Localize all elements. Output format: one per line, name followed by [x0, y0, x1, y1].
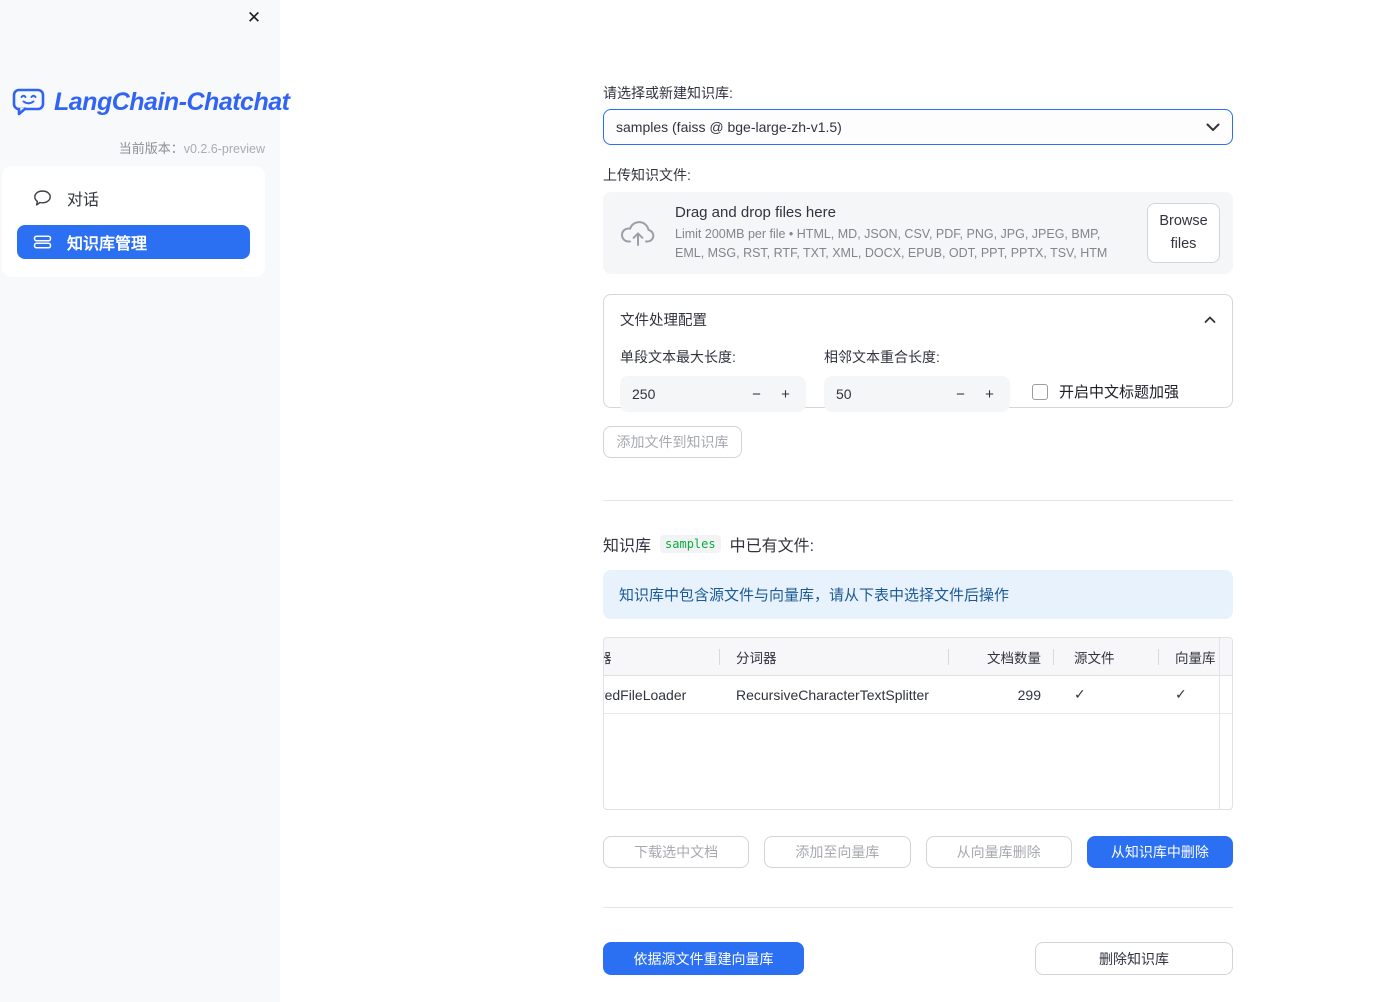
chat-bubble-icon: [33, 189, 52, 207]
dropzone-text: Drag and drop files here Limit 200MB per…: [675, 204, 1129, 261]
delete-from-vector-store-button[interactable]: 从向量库删除: [925, 836, 1072, 868]
file-config-expander: 文件处理配置 单段文本最大长度: 250 − + 相邻文本重合长度: 50 − …: [603, 294, 1233, 412]
version-value: v0.2.6-preview: [183, 142, 265, 156]
dropzone-title: Drag and drop files here: [675, 204, 836, 222]
overlap-decrement-button[interactable]: −: [946, 380, 975, 408]
chunk-size-label: 单段文本最大长度:: [620, 349, 736, 365]
chevron-up-icon: [1204, 316, 1216, 324]
kb-selected-value: samples (faiss @ bge-large-zh-v1.5): [616, 119, 842, 135]
file-actions: 下载选中文档 添加至向量库 从向量库删除 从知识库中删除: [603, 836, 1233, 868]
info-banner: 知识库中包含源文件与向量库，请从下表中选择文件后操作: [603, 570, 1233, 619]
col-header-source-file[interactable]: 源文件: [1053, 638, 1158, 675]
sidebar-item-dialogue[interactable]: 对话: [17, 182, 250, 214]
chevron-down-icon: [1206, 123, 1220, 132]
version-info: 当前版本：v0.2.6-preview: [119, 138, 265, 157]
dropzone-limit-text: Limit 200MB per file • HTML, MD, JSON, C…: [675, 227, 1108, 260]
col-header-loader[interactable]: 文档加载器: [604, 638, 719, 675]
sidebar-item-label: 知识库管理: [67, 236, 148, 253]
browse-files-button[interactable]: Browse files: [1147, 202, 1220, 264]
add-to-vector-store-button[interactable]: 添加至向量库: [764, 836, 911, 868]
version-label: 当前版本：: [118, 141, 184, 156]
expander-header[interactable]: 文件处理配置: [620, 309, 1216, 330]
kb-files-prefix: 知识库: [603, 538, 652, 555]
app-page: ✕ LangChain-Chatchat 当前版本：v0.2.6-preview: [0, 0, 1380, 1002]
app-title: LangChain-Chatchat: [54, 87, 290, 116]
close-sidebar-icon[interactable]: ✕: [242, 6, 266, 30]
chunk-size-value: 250: [632, 386, 656, 402]
overlap-label: 相邻文本重合长度:: [824, 349, 940, 365]
main-content: 请选择或新建知识库: samples (faiss @ bge-large-zh…: [603, 0, 1233, 975]
delete-from-kb-button[interactable]: 从知识库中删除: [1086, 836, 1233, 868]
download-selected-button[interactable]: 下载选中文档: [603, 836, 750, 868]
sidebar-menu: 对话 知识库管理: [2, 166, 265, 277]
app-logo: LangChain-Chatchat: [12, 87, 290, 117]
expander-title: 文件处理配置: [620, 313, 707, 329]
add-files-to-kb-button[interactable]: 添加文件到知识库: [603, 426, 742, 458]
kb-actions: 依据源文件重建向量库 删除知识库: [603, 942, 1233, 975]
table-row[interactable]: UnstructuredFileLoader RecursiveCharacte…: [604, 676, 1232, 714]
cell-doc-count: 299: [1017, 686, 1041, 703]
zh-title-enhance-label: 开启中文标题加强: [1059, 384, 1180, 401]
table-header-row: 文档加载器 分词器 文档数量 源文件 向量库: [604, 638, 1232, 676]
chunk-size-decrement-button[interactable]: −: [742, 380, 771, 408]
kb-files-heading: 知识库 samples 中已有文件:: [603, 532, 1233, 556]
kb-select-label: 请选择或新建知识库:: [603, 85, 733, 101]
kb-files-table[interactable]: 文档加载器 分词器 文档数量 源文件 向量库 UnstructuredFileL…: [603, 637, 1233, 810]
overlap-value: 50: [836, 386, 852, 402]
chunk-size-increment-button[interactable]: +: [771, 380, 800, 408]
cell-loader: UnstructuredFileLoader: [604, 686, 687, 703]
zh-title-enhance-checkbox[interactable]: [1032, 383, 1048, 400]
chunk-size-input[interactable]: 250 − +: [620, 376, 806, 412]
zh-title-enhance-option: 开启中文标题加强: [1032, 381, 1179, 402]
overlap-input[interactable]: 50 − +: [824, 376, 1010, 412]
file-dropzone[interactable]: Drag and drop files here Limit 200MB per…: [603, 192, 1233, 274]
upload-label: 上传知识文件:: [603, 167, 691, 183]
table-scroll-gutter: [1219, 638, 1220, 809]
rebuild-vector-store-button[interactable]: 依据源文件重建向量库: [603, 942, 804, 975]
divider: [603, 907, 1233, 908]
kb-select-dropdown[interactable]: samples (faiss @ bge-large-zh-v1.5): [603, 109, 1233, 145]
chat-smiley-logo-icon: [12, 87, 46, 117]
kb-name-code: samples: [660, 535, 721, 553]
cloud-upload-icon: [619, 218, 657, 248]
cell-splitter: RecursiveCharacterTextSplitter: [736, 686, 929, 703]
stacked-list-icon: [33, 233, 52, 251]
cell-source-file-check: ✓: [1074, 686, 1086, 702]
expander-body: 单段文本最大长度: 250 − + 相邻文本重合长度: 50 − + 开启中文标…: [620, 347, 1216, 412]
col-header-vector-store[interactable]: 向量库: [1158, 638, 1221, 675]
kb-files-suffix: 中已有文件:: [729, 538, 815, 555]
cell-vector-store-check: ✓: [1175, 686, 1187, 702]
divider: [603, 500, 1233, 501]
overlap-increment-button[interactable]: +: [975, 380, 1004, 408]
col-header-splitter[interactable]: 分词器: [719, 638, 948, 675]
sidebar-item-label: 对话: [67, 192, 100, 209]
col-header-doc-count[interactable]: 文档数量: [948, 638, 1053, 675]
delete-kb-button[interactable]: 删除知识库: [1035, 942, 1233, 975]
sidebar: ✕ LangChain-Chatchat 当前版本：v0.2.6-preview: [0, 0, 290, 1002]
sidebar-item-knowledge-base[interactable]: 知识库管理: [17, 225, 250, 259]
